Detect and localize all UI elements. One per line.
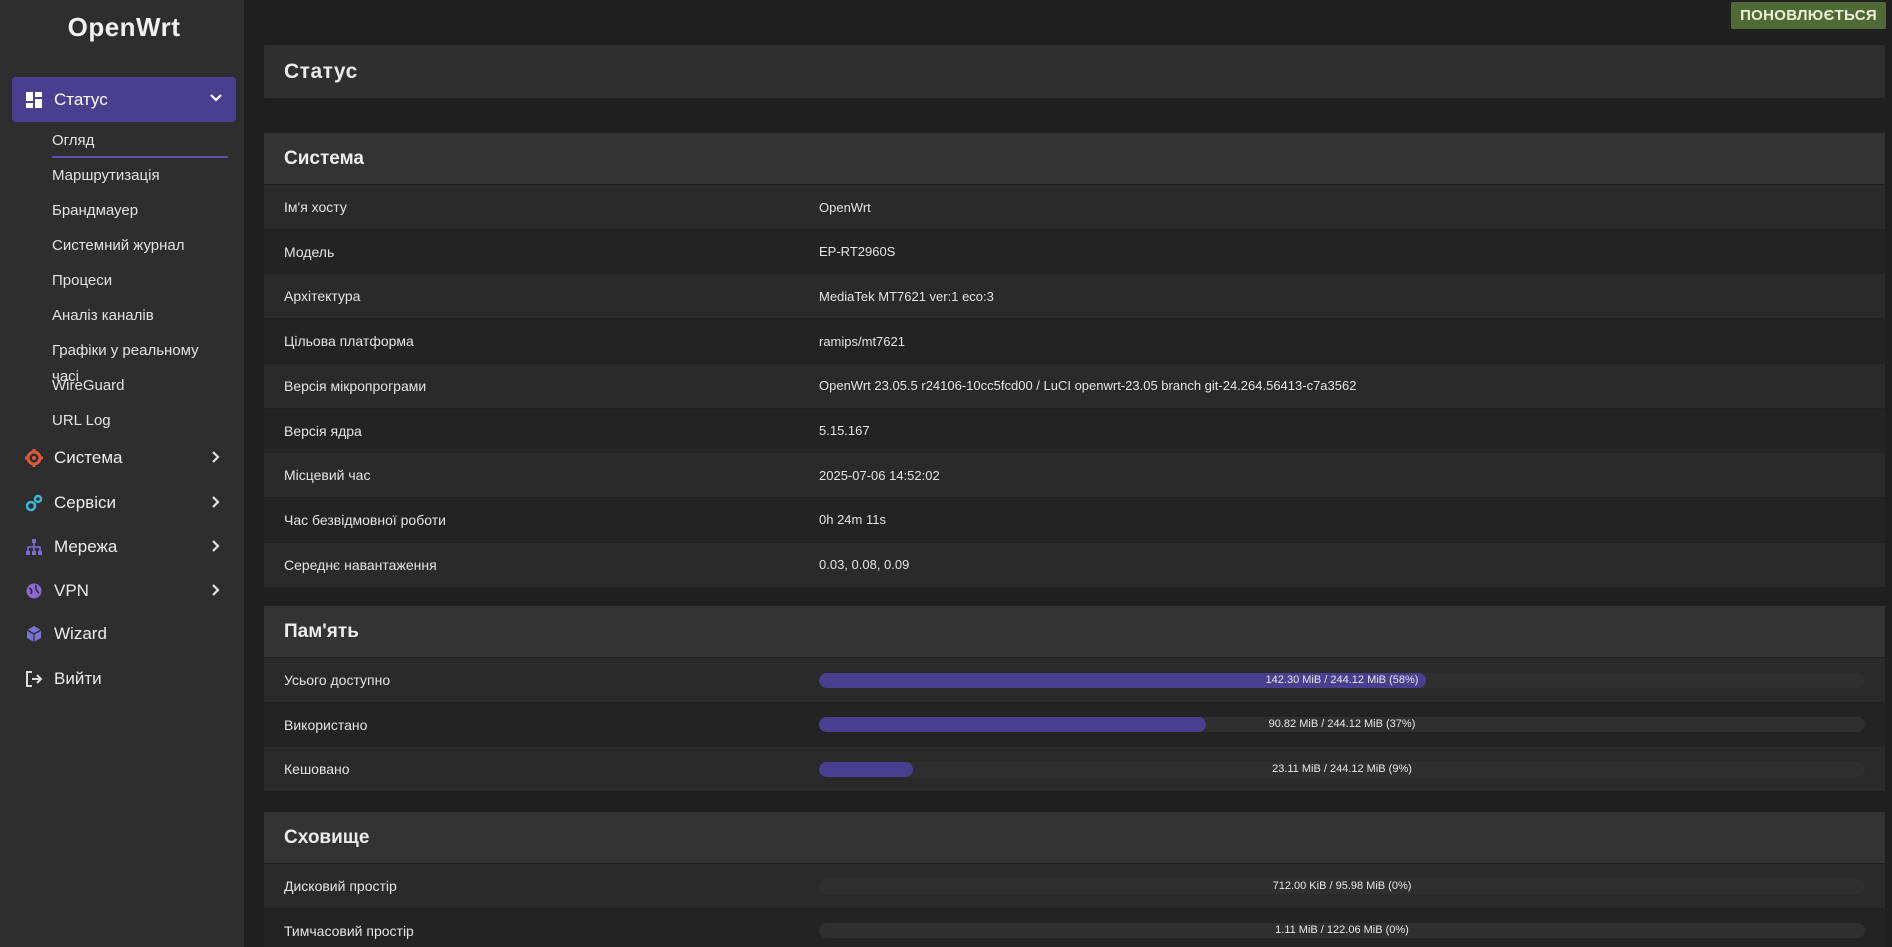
table-row: Версія мікропрограми OpenWrt 23.05.5 r241… — [264, 363, 1885, 408]
row-value: OpenWrt 23.05.5 r24106-10cc5fcd00 / LuCI… — [819, 378, 1357, 394]
logout-icon — [26, 671, 43, 687]
sidebar-item-label: Статус — [54, 89, 108, 109]
progress-text: 23.11 MiB / 244.12 MiB (9%) — [1272, 762, 1412, 775]
network-icon — [26, 539, 42, 555]
submenu-item-realtime-graphs[interactable]: Графіки у реальному часі — [52, 338, 228, 385]
submenu-item-routing[interactable]: Маршрутизація — [52, 163, 228, 198]
sidebar-item-network[interactable]: Мережа — [12, 527, 236, 567]
chevron-down-icon — [210, 94, 222, 102]
table-row: Час безвідмовної роботи 0h 24m 11s — [264, 497, 1885, 542]
sidebar-item-status[interactable]: Статус — [12, 77, 236, 122]
globe-icon — [26, 583, 42, 599]
progress-bar: 90.82 MiB / 244.12 MiB (37%) — [819, 717, 1865, 732]
brand-logo[interactable]: OpenWrt — [0, 12, 248, 43]
section-storage-header: Сховище — [264, 812, 1885, 863]
table-row: Використано 90.82 MiB / 244.12 MiB (37%) — [264, 702, 1885, 747]
row-value: 0h 24m 11s — [819, 512, 886, 528]
submenu-item-processes[interactable]: Процеси — [52, 268, 228, 303]
gear-icon — [25, 449, 43, 467]
sidebar: OpenWrt Статус Огляд Маршрутизація Бранд… — [0, 0, 244, 947]
table-row: Кешовано 23.11 MiB / 244.12 MiB (9%) — [264, 747, 1885, 791]
progress-text: 142.30 MiB / 244.12 MiB (58%) — [1265, 673, 1419, 686]
row-key: Місцевий час — [284, 467, 371, 484]
row-key: Ім'я хосту — [284, 199, 347, 215]
sidebar-item-vpn[interactable]: VPN — [12, 571, 236, 611]
table-row: Тимчасовий простір 1.11 MiB / 122.06 MiB … — [264, 908, 1885, 947]
progress-bar: 23.11 MiB / 244.12 MiB (9%) — [819, 761, 1865, 777]
progress-bar: 142.30 MiB / 244.12 MiB (58%) — [819, 672, 1865, 688]
progress-bar: 1.11 MiB / 122.06 MiB (0%) — [819, 923, 1865, 938]
section-title: Пам'ять — [284, 620, 359, 642]
sidebar-item-logout[interactable]: Вийти — [12, 659, 236, 699]
progress-text: 712.00 KiB / 95.98 MiB (0%) — [1272, 879, 1412, 892]
row-value: MediaTek MT7621 ver:1 eco:3 — [819, 288, 994, 304]
sidebar-item-label: Wizard — [54, 624, 107, 643]
submenu-item-overview[interactable]: Огляд — [52, 128, 228, 158]
chevron-right-icon — [212, 584, 220, 596]
table-row: Усього доступно 142.30 MiB / 244.12 MiB (… — [264, 658, 1885, 702]
row-key: Версія мікропрограми — [284, 377, 427, 394]
row-key: Використано — [284, 716, 368, 733]
sidebar-item-label: Вийти — [54, 669, 102, 688]
section-title: Сховище — [284, 826, 370, 848]
sidebar-item-label: Система — [54, 448, 123, 467]
sidebar-item-label: Мережа — [54, 537, 118, 556]
table-row: Ім'я хосту OpenWrt — [264, 185, 1885, 229]
row-key: Версія ядра — [284, 422, 362, 439]
table-row: Середнє навантаження 0.03, 0.08, 0.09 — [264, 542, 1885, 587]
section-memory-header: Пам'ять — [264, 606, 1885, 657]
cube-icon — [26, 626, 42, 642]
row-key: Дисковий простір — [284, 878, 397, 894]
section-title: Система — [284, 147, 364, 169]
submenu-item-system-log[interactable]: Системний журнал — [52, 233, 228, 268]
chevron-right-icon — [212, 451, 220, 463]
table-row: Модель EP-RT2960S — [264, 229, 1885, 274]
submenu-item-firewall[interactable]: Брандмауер — [52, 198, 228, 233]
row-value: 5.15.167 — [819, 423, 870, 438]
row-key: Час безвідмовної роботи — [284, 511, 446, 528]
row-key: Середнє навантаження — [284, 556, 437, 573]
progress-text: 90.82 MiB / 244.12 MiB (37%) — [1268, 718, 1416, 730]
row-key: Усього доступно — [284, 672, 391, 688]
row-key: Модель — [284, 243, 335, 260]
progress-bar: 712.00 KiB / 95.98 MiB (0%) — [819, 878, 1865, 894]
row-key: Цільова платформа — [284, 333, 414, 350]
row-key: Архітектура — [284, 288, 361, 305]
sidebar-item-wizard[interactable]: Wizard — [12, 614, 236, 654]
sidebar-item-services[interactable]: Сервіси — [12, 483, 236, 523]
status-submenu: Огляд Маршрутизація Брандмауер Системний… — [52, 128, 228, 443]
sidebar-item-label: VPN — [54, 581, 89, 600]
sidebar-item-system[interactable]: Система — [12, 438, 236, 478]
page-title-bar: Статус — [264, 45, 1885, 98]
row-value: 2025-07-06 14:52:02 — [819, 467, 940, 483]
page-title: Статус — [284, 59, 358, 83]
table-row: Місцевий час 2025-07-06 14:52:02 — [264, 453, 1885, 498]
refresh-status-button[interactable]: ПОНОВЛЮЄТЬСЯ — [1731, 2, 1886, 29]
progress-text: 1.11 MiB / 122.06 MiB (0%) — [1275, 924, 1409, 936]
table-row: Цільова платформа ramips/mt7621 — [264, 319, 1885, 364]
row-value: EP-RT2960S — [819, 244, 896, 260]
services-icon — [25, 494, 43, 512]
row-value: OpenWrt — [819, 199, 871, 215]
chevron-right-icon — [212, 540, 220, 552]
submenu-item-channel-analysis[interactable]: Аналіз каналів — [52, 303, 228, 338]
submenu-item-wireguard[interactable]: WireGuard — [52, 373, 228, 408]
chevron-right-icon — [212, 496, 220, 508]
section-system-header: Система — [264, 133, 1885, 184]
sidebar-item-label: Сервіси — [54, 493, 116, 512]
row-key: Кешовано — [284, 761, 350, 777]
table-row: Версія ядра 5.15.167 — [264, 408, 1885, 453]
row-key: Тимчасовий простір — [284, 922, 414, 939]
row-value: ramips/mt7621 — [819, 333, 905, 349]
row-value: 0.03, 0.08, 0.09 — [819, 557, 910, 573]
table-row: Дисковий простір 712.00 KiB / 95.98 MiB (… — [264, 864, 1885, 908]
dashboard-icon — [26, 91, 42, 108]
table-row: Архітектура MediaTek MT7621 ver:1 eco:3 — [264, 274, 1885, 319]
